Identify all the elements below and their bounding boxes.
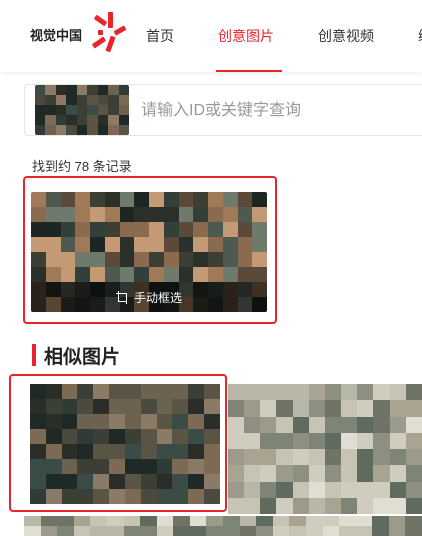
similar-image xyxy=(228,384,422,514)
similar-images-title: 相似图片 xyxy=(44,346,121,368)
similar-image-card[interactable] xyxy=(24,516,422,536)
similar-images-heading: 相似图片 xyxy=(32,343,121,368)
crop-icon xyxy=(115,291,128,304)
query-thumbnail-pixelated-image xyxy=(35,85,129,135)
image-search-bar xyxy=(24,84,422,136)
selected-similar-image-frame xyxy=(9,374,227,512)
query-image-frame: 手动框选 xyxy=(23,176,277,324)
logo-text: 视觉中国 xyxy=(30,27,83,43)
logo[interactable]: 视觉中国 xyxy=(30,10,128,58)
nav-item-editorial[interactable]: 编 xyxy=(418,26,422,46)
nav-item-creative-videos[interactable]: 创意视频 xyxy=(318,26,374,46)
nav-item-creative-images[interactable]: 创意图片 xyxy=(218,26,274,46)
search-input[interactable] xyxy=(141,99,411,123)
similar-image-card[interactable] xyxy=(228,384,422,514)
active-tab-indicator xyxy=(216,70,282,72)
query-thumbnail[interactable] xyxy=(35,85,129,135)
similar-image xyxy=(24,516,422,536)
query-image[interactable]: 手动框选 xyxy=(31,192,267,312)
result-count: 找到约 78 条记录 xyxy=(32,159,132,174)
heading-accent-bar xyxy=(32,344,36,366)
nav-item-home[interactable]: 首页 xyxy=(146,26,174,46)
logo-mark-icon xyxy=(84,10,128,58)
manual-crop-button[interactable]: 手动框选 xyxy=(31,282,267,312)
top-navigation-bar: 视觉中国 首页 创意图片 创意视频 编 xyxy=(0,0,422,72)
manual-crop-label: 手动框选 xyxy=(133,290,182,305)
page: 视觉中国 首页 创意图片 创意视频 编 找到约 78 条记录 xyxy=(0,0,422,536)
